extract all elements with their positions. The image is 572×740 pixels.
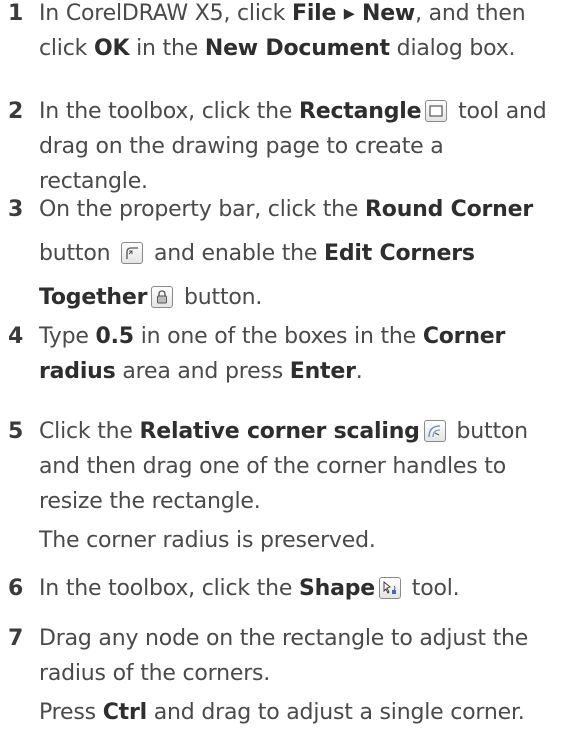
body-text: Click the: [39, 419, 140, 444]
body-text: area and press: [115, 359, 290, 384]
body-text: button.: [177, 285, 263, 310]
body-text: dialog box.: [389, 36, 516, 61]
body-text: tool.: [405, 576, 460, 601]
step-text-line: In the toolbox, click the Shape tool.: [39, 571, 460, 607]
step-text-line: On the property bar, click the Round Cor…: [39, 192, 533, 228]
step-text-line: Type 0.5 in one of the boxes in the Corn…: [39, 319, 505, 355]
shape-tool-icon: [379, 577, 402, 599]
body-text: Type: [39, 324, 96, 349]
emphasis-text: Edit Corners: [324, 241, 475, 266]
emphasis-text: Relative corner scaling: [139, 419, 420, 444]
body-text: In the toolbox, click the: [39, 99, 299, 124]
body-text: and then drag one of the corner handles …: [39, 454, 506, 479]
step-number: 6: [8, 576, 24, 601]
body-text: On the property bar, click the: [39, 197, 366, 222]
step-number: 2: [8, 99, 24, 124]
body-text: The corner radius is preserved.: [39, 528, 376, 553]
emphasis-text: radius: [39, 359, 116, 384]
step-text-line: Press Ctrl and drag to adjust a single c…: [39, 695, 525, 731]
lock-icon: [151, 286, 174, 308]
emphasis-text: 0.5: [95, 324, 135, 349]
step-text-line: drag on the drawing page to create a: [39, 129, 444, 165]
body-text: in the: [129, 36, 205, 61]
body-text: .: [355, 359, 363, 384]
body-text: button: [39, 241, 118, 266]
step-text-line: In the toolbox, click the Rectangle tool…: [39, 94, 547, 130]
body-text: , and then: [415, 1, 526, 26]
emphasis-text: Together: [39, 285, 148, 310]
step-text-line: radius area and press Enter.: [39, 354, 363, 390]
body-text: in one of the boxes in the: [133, 324, 423, 349]
step-text-line: Together button.: [39, 280, 262, 316]
emphasis-text: File ▸ New: [292, 1, 416, 26]
emphasis-text: Ctrl: [102, 700, 147, 725]
step-number: 7: [8, 626, 24, 651]
step-number: 3: [8, 197, 24, 222]
step-text-line: and then drag one of the corner handles …: [39, 449, 506, 485]
emphasis-text: Enter: [289, 359, 356, 384]
emphasis-text: Round Corner: [365, 197, 533, 222]
emphasis-text: Corner: [422, 324, 506, 349]
step-number: 1: [8, 1, 24, 26]
rectangle-tool-icon: [425, 100, 448, 122]
step-number: 5: [8, 419, 24, 444]
body-text: radius of the corners.: [39, 661, 271, 686]
step-text-line: In CorelDRAW X5, click File ▸ New, and t…: [39, 0, 526, 32]
step-text-line: resize the rectangle.: [39, 484, 261, 520]
emphasis-text: New Document: [204, 36, 390, 61]
emphasis-text: OK: [93, 36, 130, 61]
body-text: rectangle.: [39, 169, 148, 194]
body-text: button: [449, 419, 529, 444]
step-text-line: radius of the corners.: [39, 656, 270, 692]
body-text: and enable the: [147, 241, 325, 266]
body-text: resize the rectangle.: [39, 489, 261, 514]
round-corner-icon: [121, 242, 144, 264]
step-text-line: Drag any node on the rectangle to adjust…: [39, 621, 528, 657]
body-text: drag on the drawing page to create a: [39, 134, 444, 159]
step-text-line: Click the Relative corner scaling button: [39, 414, 528, 450]
body-text: In the toolbox, click the: [39, 576, 299, 601]
relative-corner-scaling-icon: [423, 420, 446, 442]
body-text: Press: [39, 700, 103, 725]
emphasis-text: Rectangle: [298, 99, 422, 124]
step-text-line: click OK in the New Document dialog box.: [39, 31, 516, 67]
body-text: and drag to adjust a single corner.: [146, 700, 525, 725]
emphasis-text: Shape: [298, 576, 376, 601]
body-text: Drag any node on the rectangle to adjust…: [39, 626, 529, 651]
step-text-line: The corner radius is preserved.: [39, 523, 376, 559]
body-text: tool and: [451, 99, 547, 124]
step-text-line: button and enable the Edit Corners: [39, 236, 475, 272]
body-text: In CorelDRAW X5, click: [39, 1, 292, 26]
step-number: 4: [8, 324, 24, 349]
body-text: click: [39, 36, 94, 61]
